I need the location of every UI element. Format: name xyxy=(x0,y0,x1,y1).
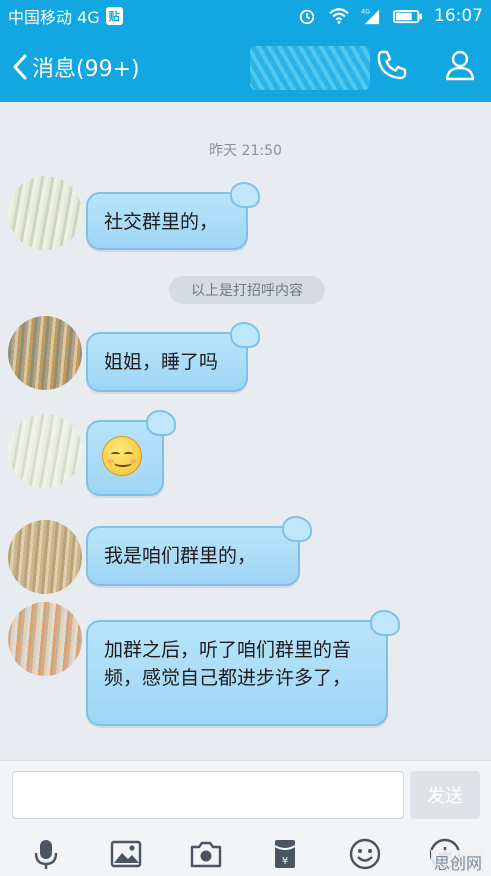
avatar[interactable] xyxy=(8,520,82,594)
microphone-icon xyxy=(34,840,58,869)
camera-icon xyxy=(190,841,221,868)
battery-icon xyxy=(392,7,424,25)
watermark: 思创网 xyxy=(430,850,485,874)
input-area: 发送 ¥ xyxy=(0,760,491,876)
message-bubble[interactable]: 加群之后，听了咱们群里的音频，感觉自己都进步许多了， xyxy=(86,610,400,726)
message-bubble[interactable]: 社交群里的， xyxy=(86,182,260,250)
contact-profile-icon[interactable] xyxy=(443,48,477,82)
smile-emoji-icon xyxy=(102,436,142,476)
notification-badge: 贴 xyxy=(105,7,123,25)
input-toolbar: ¥ xyxy=(0,831,491,876)
phone-icon[interactable] xyxy=(375,48,409,82)
message-text: 社交群里的， xyxy=(104,211,219,233)
system-notice: 以上是打招呼内容 xyxy=(169,276,325,304)
message-timestamp: 昨天 21:50 xyxy=(209,143,282,159)
svg-text:¥: ¥ xyxy=(282,856,288,867)
avatar[interactable] xyxy=(8,176,82,250)
avatar[interactable] xyxy=(8,414,82,488)
avatar[interactable] xyxy=(8,602,82,676)
image-button[interactable] xyxy=(106,834,146,874)
emoji-button[interactable] xyxy=(345,834,385,874)
back-button[interactable]: 消息(99+) xyxy=(0,51,140,83)
smiley-icon xyxy=(350,838,381,870)
red-packet-icon: ¥ xyxy=(274,840,296,868)
clock-time: 16:07 xyxy=(434,6,483,26)
red-packet-button[interactable]: ¥ xyxy=(265,834,305,874)
contact-name-redacted xyxy=(250,46,370,90)
message-text: 我是咱们群里的， xyxy=(104,545,257,567)
back-label: 消息(99+) xyxy=(32,57,140,82)
image-icon xyxy=(110,840,141,868)
wifi-icon xyxy=(328,7,350,25)
chat-area[interactable]: 昨天 21:50 社交群里的， 以上是打招呼内容 姐姐，睡了吗 我是咱们群里的，… xyxy=(0,102,491,760)
signal-icon: 4G xyxy=(360,7,382,25)
message-bubble[interactable]: 我是咱们群里的， xyxy=(86,516,312,586)
chevron-left-icon xyxy=(13,54,27,80)
message-text: 加群之后，听了咱们群里的音频，感觉自己都进步许多了， xyxy=(104,639,352,689)
avatar[interactable] xyxy=(8,316,82,390)
camera-button[interactable] xyxy=(186,834,226,874)
send-button[interactable]: 发送 xyxy=(410,771,480,819)
alarm-icon xyxy=(296,7,318,25)
svg-text:4G: 4G xyxy=(361,8,370,15)
status-bar: 中国移动 4G 贴 4G 16:07 xyxy=(0,0,491,32)
message-bubble[interactable] xyxy=(86,410,176,496)
message-input[interactable] xyxy=(12,771,404,819)
message-bubble[interactable]: 姐姐，睡了吗 xyxy=(86,322,260,392)
title-bar: 消息(99+) xyxy=(0,32,491,102)
message-text: 姐姐，睡了吗 xyxy=(104,351,219,373)
carrier-label: 中国移动 4G xyxy=(8,8,100,27)
voice-button[interactable] xyxy=(26,834,66,874)
